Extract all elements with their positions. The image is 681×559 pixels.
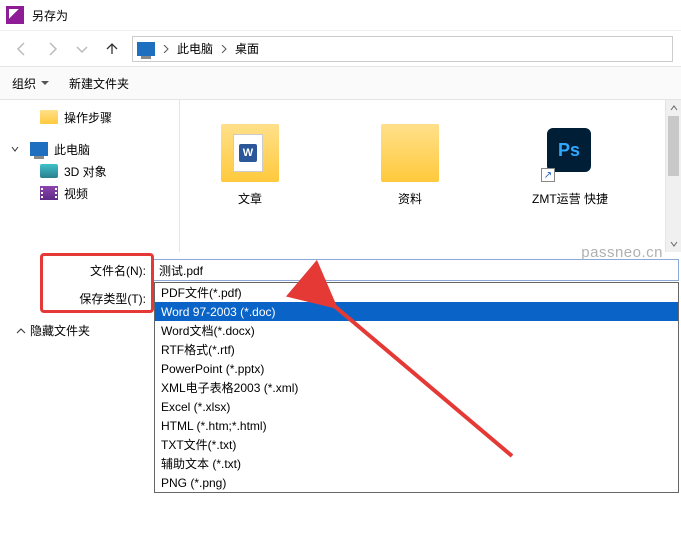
this-pc-icon	[30, 142, 48, 156]
folder-word-icon: W	[215, 116, 285, 186]
file-item-2[interactable]: 资料	[370, 116, 450, 207]
file-item-3[interactable]: Ps ↗ ZMT运营 快捷	[530, 116, 610, 207]
expand-icon[interactable]	[10, 145, 20, 153]
title-bar: 另存为	[0, 0, 681, 30]
chevron-down-icon	[41, 81, 49, 85]
up-button[interactable]	[98, 35, 126, 63]
tree-label: 3D 对象	[64, 163, 107, 180]
this-pc-icon	[137, 42, 155, 56]
folder-icon	[40, 110, 58, 124]
file-label: ZMT运营 快捷	[532, 190, 608, 207]
tree-item-steps[interactable]: 操作步骤	[0, 106, 179, 128]
tree-label: 此电脑	[54, 141, 90, 158]
photoshop-shortcut-icon: Ps ↗	[535, 116, 605, 186]
tree-label: 操作步骤	[64, 109, 112, 126]
crumb-desktop[interactable]: 桌面	[231, 40, 263, 57]
window-title: 另存为	[32, 7, 68, 24]
filetype-option[interactable]: HTML (*.htm;*.html)	[155, 416, 678, 435]
filetype-option[interactable]: TXT文件(*.txt)	[155, 435, 678, 454]
save-fields: 文件名(N): 保存类型(T): PDF文件(*.pdf) PDF文件(*.pd…	[0, 256, 681, 312]
folder-tree[interactable]: 操作步骤 此电脑 3D 对象 视频	[0, 100, 180, 252]
3d-objects-icon	[40, 164, 58, 178]
filetype-option[interactable]: Word 97-2003 (*.doc)	[155, 302, 678, 321]
tree-item-video[interactable]: 视频	[0, 182, 179, 204]
file-label: 资料	[398, 190, 422, 207]
file-list[interactable]: W 文章 资料 Ps ↗ ZMT运营 快捷	[180, 100, 681, 252]
video-icon	[40, 186, 58, 200]
app-icon	[6, 6, 24, 24]
forward-button[interactable]	[38, 35, 66, 63]
chevron-right-icon	[217, 45, 231, 53]
organize-label: 组织	[12, 75, 36, 92]
crumb-this-pc[interactable]: 此电脑	[173, 40, 217, 57]
watermark-text: passneo.cn	[581, 244, 663, 261]
filename-input[interactable]	[152, 259, 679, 281]
chevron-right-icon	[159, 45, 173, 53]
recent-dropdown[interactable]	[68, 35, 96, 63]
filename-label: 文件名(N):	[0, 262, 152, 279]
organize-menu[interactable]: 组织	[12, 75, 49, 92]
new-folder-button[interactable]: 新建文件夹	[69, 75, 129, 92]
filetype-option[interactable]: Excel (*.xlsx)	[155, 397, 678, 416]
chevron-up-icon	[16, 326, 26, 336]
hide-folders-label: 隐藏文件夹	[30, 322, 90, 339]
tree-label: 视频	[64, 185, 88, 202]
file-item-1[interactable]: W 文章	[210, 116, 290, 207]
folder-icon	[375, 116, 445, 186]
filetype-option[interactable]: RTF格式(*.rtf)	[155, 340, 678, 359]
toolbar: 组织 新建文件夹	[0, 66, 681, 100]
filetype-option[interactable]: PowerPoint (*.pptx)	[155, 359, 678, 378]
address-bar[interactable]: 此电脑 桌面	[132, 36, 673, 62]
main-area: 操作步骤 此电脑 3D 对象 视频 W	[0, 100, 681, 252]
filetype-option[interactable]: PDF文件(*.pdf)	[155, 283, 678, 302]
tree-item-3d[interactable]: 3D 对象	[0, 160, 179, 182]
filetype-option[interactable]: PNG (*.png)	[155, 473, 678, 492]
filetype-option[interactable]: Word文档(*.docx)	[155, 321, 678, 340]
file-label: 文章	[238, 190, 262, 207]
new-folder-label: 新建文件夹	[69, 75, 129, 92]
filetype-dropdown[interactable]: PDF文件(*.pdf)Word 97-2003 (*.doc)Word文档(*…	[154, 282, 679, 493]
nav-row: 此电脑 桌面	[0, 30, 681, 66]
back-button[interactable]	[8, 35, 36, 63]
tree-item-this-pc[interactable]: 此电脑	[0, 138, 179, 160]
filetype-label: 保存类型(T):	[0, 290, 152, 307]
filetype-option[interactable]: XML电子表格2003 (*.xml)	[155, 378, 678, 397]
filetype-option[interactable]: 辅助文本 (*.txt)	[155, 454, 678, 473]
